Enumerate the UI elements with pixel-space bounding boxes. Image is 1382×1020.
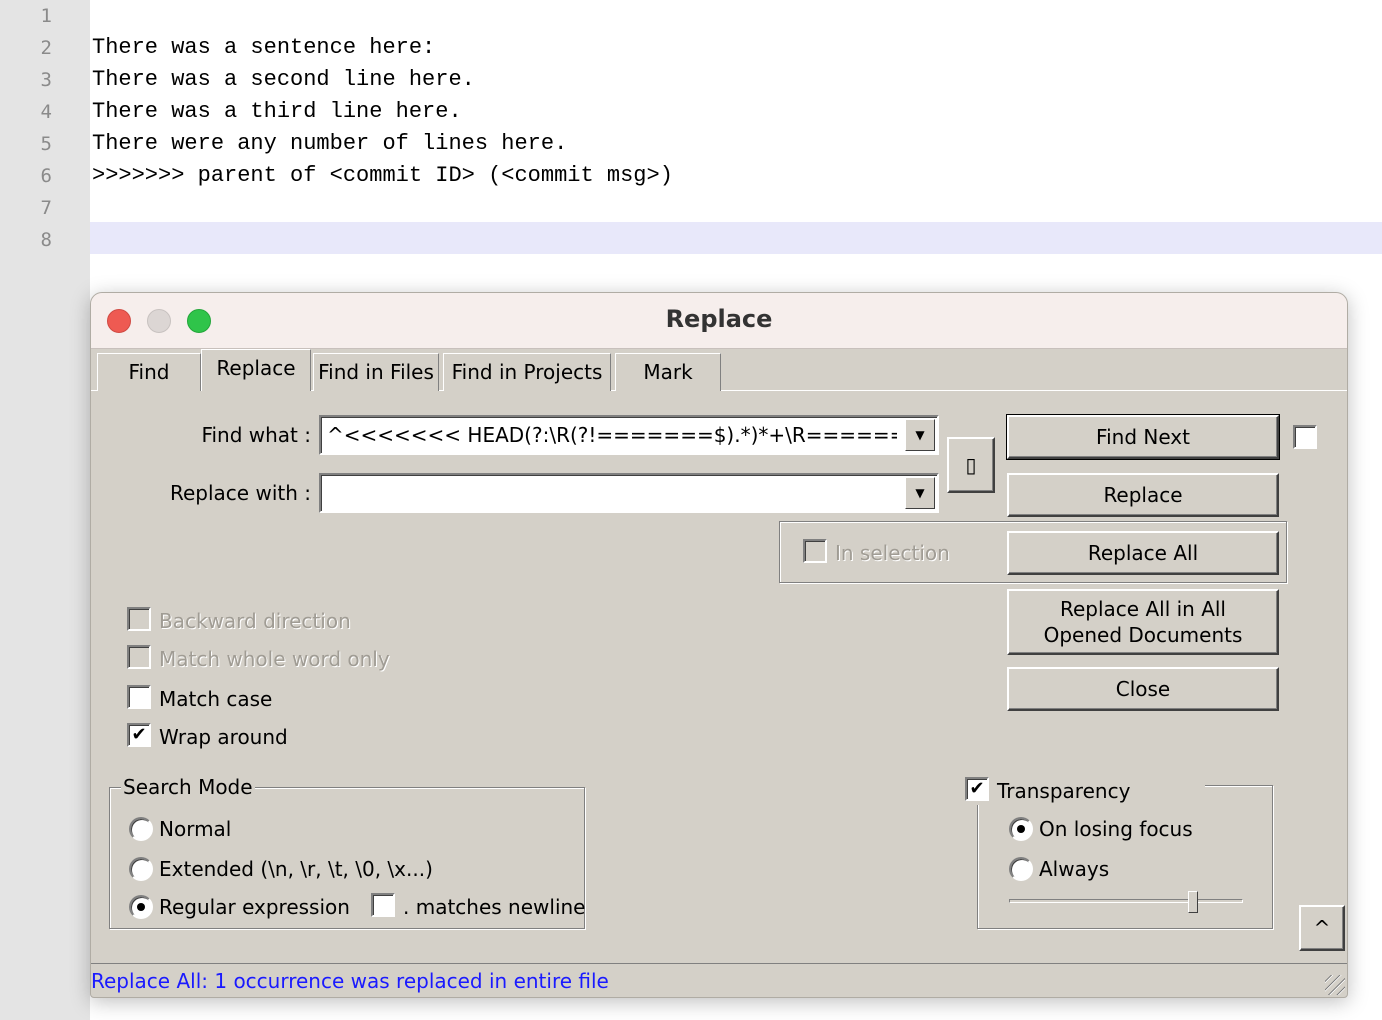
dot-matches-newline-label: . matches newline (403, 895, 586, 919)
line-number: 2 (40, 37, 52, 59)
always-label: Always (1039, 857, 1110, 881)
always-radio[interactable] (1009, 857, 1033, 881)
normal-label: Normal (159, 817, 232, 841)
status-bar: Replace All: 1 occurrence was replaced i… (91, 963, 1347, 997)
extended-label: Extended (\n, \r, \t, \0, \x...) (159, 857, 433, 881)
tab-mark[interactable]: Mark (615, 353, 721, 391)
find-what-input[interactable]: ^<<<<<<< HEAD(?:\R(?!=======$).*)*+\R===… (327, 423, 897, 447)
find-next-option-checkbox[interactable] (1293, 425, 1317, 449)
current-line-highlight (90, 222, 1382, 254)
match-case-checkbox[interactable] (127, 685, 151, 709)
transparency-slider-thumb[interactable] (1188, 891, 1199, 913)
replace-button[interactable]: Replace (1007, 473, 1279, 517)
replace-dialog: Replace Find Replace Find in Files Find … (90, 292, 1348, 998)
normal-radio[interactable] (129, 817, 153, 841)
wrap-around-label: Wrap around (159, 725, 288, 749)
match-whole-word-label: Match whole word only (159, 647, 390, 671)
code-line[interactable]: There was a sentence here: (92, 32, 435, 64)
replace-all-docs-line2: Opened Documents (1043, 623, 1243, 647)
find-dropdown-arrow-icon[interactable]: ▼ (905, 419, 935, 451)
transparency-slider-track[interactable] (1009, 899, 1243, 903)
resize-grip-icon[interactable] (1325, 975, 1345, 995)
replace-dropdown-arrow-icon[interactable]: ▼ (905, 477, 935, 509)
wrap-around-checkbox[interactable]: ✔ (127, 723, 151, 747)
regex-label: Regular expression (159, 895, 350, 919)
line-number: 5 (40, 133, 52, 155)
search-mode-legend: Search Mode (121, 775, 255, 799)
line-number: 7 (40, 197, 52, 219)
in-selection-checkbox[interactable] (803, 539, 827, 563)
line-number: 6 (40, 165, 52, 187)
line-number-gutter: 1 2 3 4 5 6 7 8 (0, 0, 90, 1020)
in-selection-label: In selection (835, 541, 950, 565)
transparency-checkbox[interactable]: ✔ (965, 777, 989, 801)
backward-direction-checkbox[interactable] (127, 607, 151, 631)
find-next-button[interactable]: Find Next (1006, 414, 1280, 460)
replace-all-opened-docs-button[interactable]: Replace All in All Opened Documents (1007, 589, 1279, 655)
tab-find-in-files[interactable]: Find in Files (313, 353, 439, 391)
regex-radio[interactable] (129, 895, 153, 919)
replace-with-combo[interactable]: ▼ (319, 473, 939, 513)
line-number: 8 (40, 229, 52, 251)
on-losing-focus-radio[interactable] (1009, 817, 1033, 841)
replace-all-button[interactable]: Replace All (1007, 531, 1279, 575)
replace-all-docs-line1: Replace All in All (1059, 597, 1226, 621)
code-line[interactable]: There was a second line here. (92, 64, 475, 96)
tab-find-in-projects[interactable]: Find in Projects (443, 353, 611, 391)
backward-direction-label: Backward direction (159, 609, 351, 633)
line-number: 1 (40, 5, 52, 27)
replace-with-label: Replace with : (170, 481, 311, 505)
extended-radio[interactable] (129, 857, 153, 881)
find-what-combo[interactable]: ^<<<<<<< HEAD(?:\R(?!=======$).*)*+\R===… (319, 415, 939, 455)
match-whole-word-checkbox[interactable] (127, 645, 151, 669)
line-number: 3 (40, 69, 52, 91)
line-number: 4 (40, 101, 52, 123)
find-what-label: Find what : (201, 423, 311, 447)
dot-matches-newline-checkbox[interactable] (371, 893, 395, 917)
swap-button[interactable]: ▯ (947, 437, 995, 493)
collapse-button[interactable]: ^ (1299, 905, 1345, 951)
dialog-title: Replace (665, 305, 773, 333)
match-case-label: Match case (159, 687, 273, 711)
title-bar: Replace (91, 293, 1347, 349)
code-line[interactable]: There were any number of lines here. (92, 128, 567, 160)
code-line[interactable]: There was a third line here. (92, 96, 462, 128)
code-line[interactable]: >>>>>>> parent of <commit ID> (<commit m… (92, 160, 673, 192)
close-button[interactable]: Close (1007, 667, 1279, 711)
tab-replace[interactable]: Replace (201, 349, 311, 391)
transparency-label: Transparency (997, 779, 1131, 803)
on-losing-focus-label: On losing focus (1039, 817, 1193, 841)
tab-find[interactable]: Find (97, 353, 201, 391)
